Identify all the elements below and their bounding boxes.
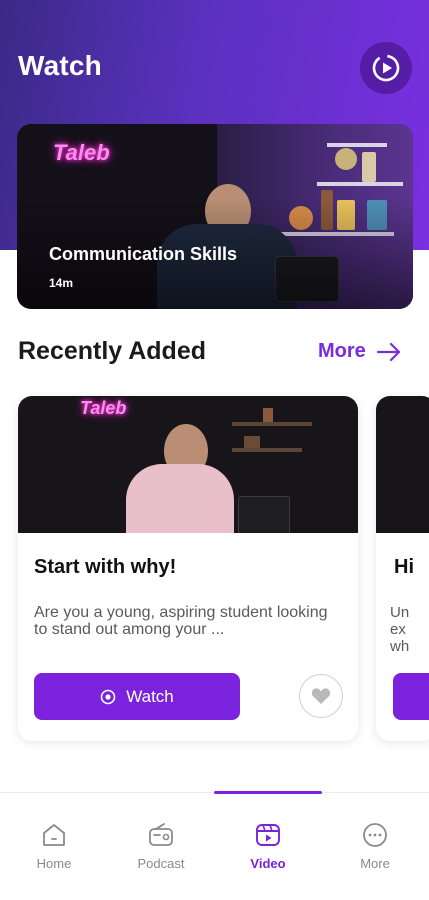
radio-icon [149,823,173,846]
featured-video-card[interactable]: Taleb Communication Skills 14m [17,124,413,309]
video-card[interactable]: Taleb Start with why! Are you a young, a… [18,396,358,741]
shelf-decor [263,408,273,422]
play-circle-icon [100,689,116,704]
tab-label: Home [36,856,72,871]
section-title: Recently Added [18,337,207,365]
watch-button[interactable]: Watch [34,673,240,720]
video-description: Are you a young, aspiring student lookin… [34,604,328,638]
tab-video[interactable]: Video [233,821,303,871]
watch-button[interactable] [393,673,429,720]
play-queue-button[interactable] [360,42,412,94]
tab-more[interactable]: More [340,821,410,871]
home-icon [43,824,65,846]
favorite-button[interactable] [299,674,343,718]
heart-icon [311,688,331,704]
taleb-logo: Taleb [53,140,110,165]
taleb-logo: Taleb [80,398,127,418]
more-link[interactable]: More [318,340,402,363]
video-thumbnail: Taleb [18,396,358,533]
video-thumbnail [376,396,429,533]
more-icon [363,823,387,847]
play-circle-icon [372,54,400,82]
video-card[interactable]: Hi Un ex wh [376,396,429,741]
video-description: Un ex wh [390,604,410,655]
arrow-right-icon [376,342,400,361]
video-title: Start with why! [34,556,177,578]
active-tab-indicator [214,791,322,794]
page-title: Watch [18,50,102,81]
shelf [232,448,302,452]
video-title: Hi [394,556,414,578]
watch-label: Watch [126,686,174,706]
tab-label: Podcast [137,856,185,871]
shelf-decor [244,436,260,448]
tab-label: More [360,856,390,871]
laptop [238,496,290,533]
tab-podcast[interactable]: Podcast [126,821,196,871]
featured-title: Communication Skills [49,244,238,264]
more-label: More [318,340,366,362]
presenter [126,464,234,533]
featured-duration: 14m [49,276,74,290]
shelf [232,422,312,426]
tab-home[interactable]: Home [19,821,89,871]
tab-label: Video [250,856,286,871]
bottom-tab-bar: Home Podcast Video More [0,791,429,900]
video-icon [256,824,280,846]
